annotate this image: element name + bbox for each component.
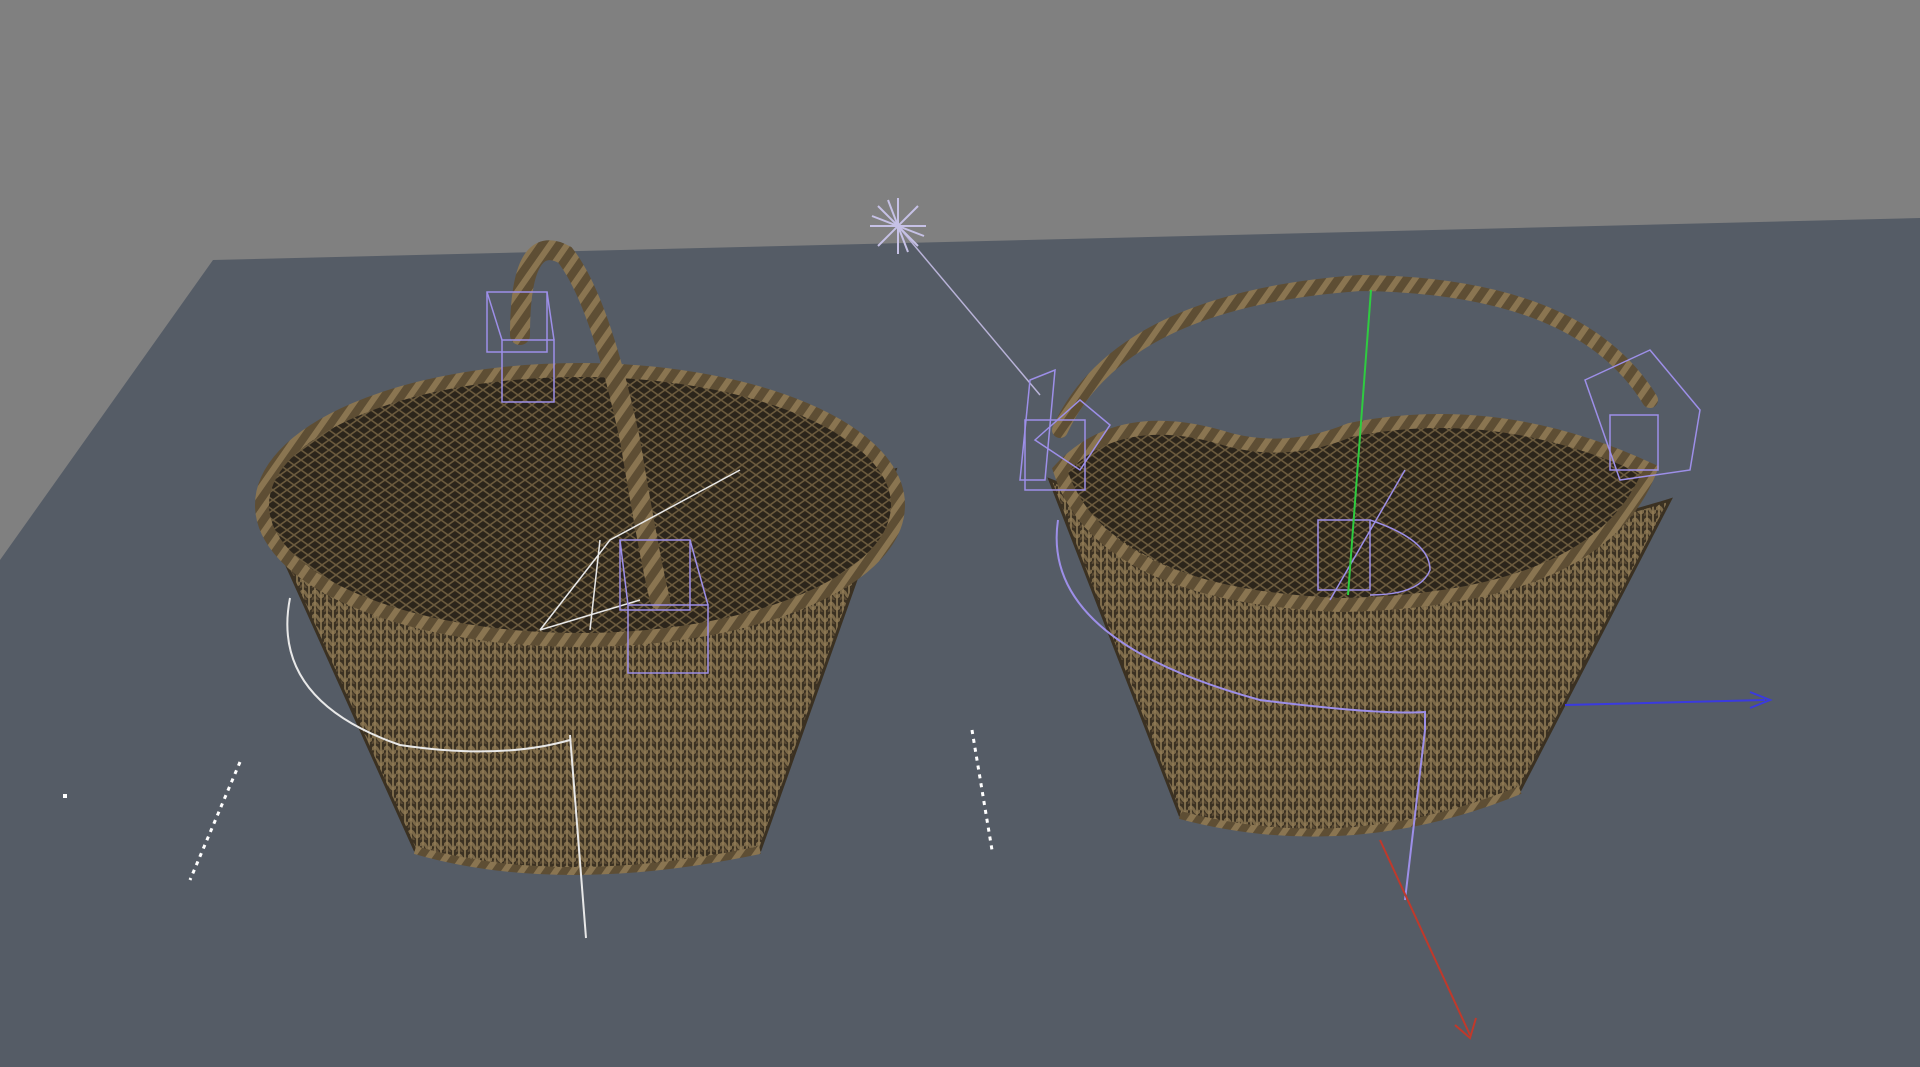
viewport-scene[interactable] [0,0,1920,1067]
star-light-icon[interactable] [870,198,926,254]
helper-dot [63,794,67,798]
3d-viewport[interactable] [0,0,1920,1067]
